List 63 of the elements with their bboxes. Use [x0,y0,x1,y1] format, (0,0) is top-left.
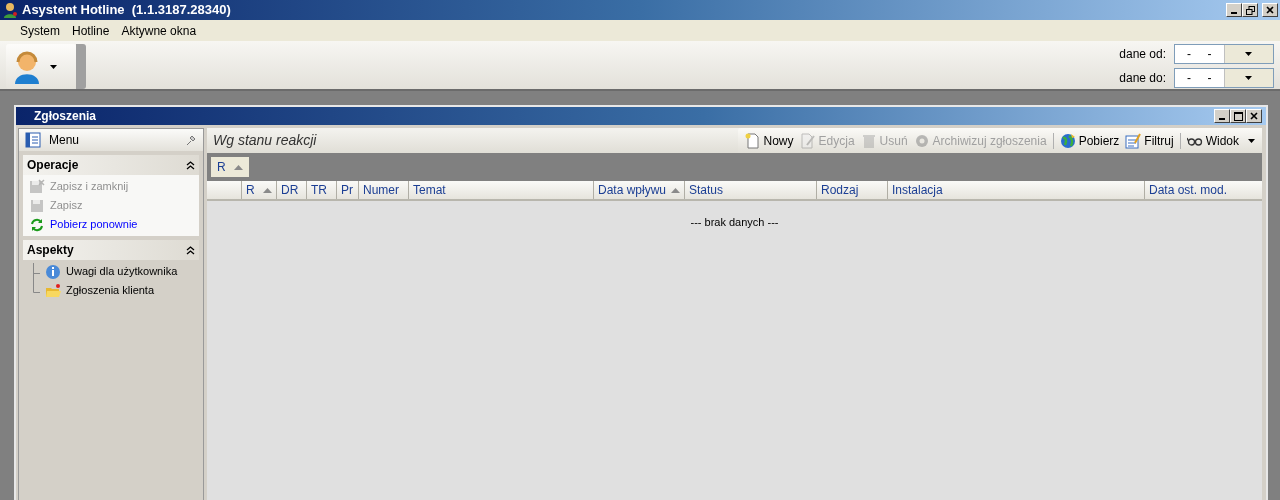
window-title: Zgłoszenia [34,108,96,125]
toolbar-button[interactable]: Filtruj [1122,131,1177,150]
toolbar-button[interactable]: Nowy [741,131,797,150]
group-chip[interactable]: R [211,157,249,177]
filter-icon [1125,132,1142,149]
panel-title: Menu [49,132,80,149]
folder-icon [45,282,61,299]
toolbar-grip[interactable] [76,44,86,89]
info-icon [45,263,61,280]
column-header[interactable]: Pr [336,181,358,199]
list-icon [25,132,41,148]
close-button[interactable] [1246,109,1262,123]
caret-icon [1248,138,1255,143]
toolbar-button[interactable]: Widok [1183,131,1258,150]
minimize-button[interactable] [1226,3,1242,17]
window-title: Asystent Hotline (1.1.3187.28340) [22,1,231,20]
maximize-icon [1233,111,1243,121]
close-icon [1250,112,1258,120]
user-icon [2,2,18,18]
column-header[interactable]: Instalacja [887,181,1144,199]
globe-icon [1059,132,1076,149]
empty-message: --- brak danych --- [690,216,779,228]
field-label: dane do: [1119,70,1166,87]
section-header[interactable]: Operacje [23,155,199,175]
gear-icon [913,132,930,149]
tree-item[interactable]: Zgłoszenia klienta [27,281,195,300]
edit-icon [799,132,816,149]
column-header[interactable]: Rodzaj [816,181,887,199]
pin-icon [185,134,197,146]
field-label: dane od: [1119,46,1166,63]
tree-item[interactable]: Uwagi dla użytkownika [27,262,195,281]
close-button[interactable] [1262,3,1278,17]
restore-icon [1245,5,1255,15]
menu-item[interactable]: Aktywne okna [115,21,203,40]
date-field[interactable]: - - [1174,44,1274,64]
column-header[interactable]: R [241,181,276,199]
dropdown-icon [1245,76,1253,80]
maximize-button[interactable] [1230,109,1246,123]
column-header[interactable]: Data wpływu [593,181,684,199]
column-header[interactable]: Status [684,181,816,199]
column-header[interactable]: Numer [358,181,408,199]
date-field[interactable]: - - [1174,68,1274,88]
close-icon [1266,6,1274,14]
user-icon [12,49,42,84]
column-header[interactable]: DR [276,181,306,199]
menu-item[interactable]: System [14,21,66,40]
section-title: Aspekty [27,242,74,259]
refresh-icon [29,216,45,233]
column-header[interactable]: Data ost. mod. [1144,181,1233,199]
column-header[interactable]: TR [306,181,336,199]
action-link[interactable]: Pobierz ponownie [27,215,195,234]
page-icon [744,132,761,149]
column-header[interactable]: Temat [408,181,593,199]
delete-icon [860,132,877,149]
section-header[interactable]: Aspekty [23,240,199,260]
minimize-button[interactable] [1214,109,1230,123]
dropdown-icon [1245,52,1253,56]
section-title: Operacje [27,157,79,174]
restore-button[interactable] [1242,3,1258,17]
menu-item[interactable]: Hotline [66,21,116,40]
toolbar-button[interactable]: Pobierz [1056,131,1123,150]
view-title: Wg stanu reakcji [212,131,317,150]
caret-icon [50,64,57,69]
